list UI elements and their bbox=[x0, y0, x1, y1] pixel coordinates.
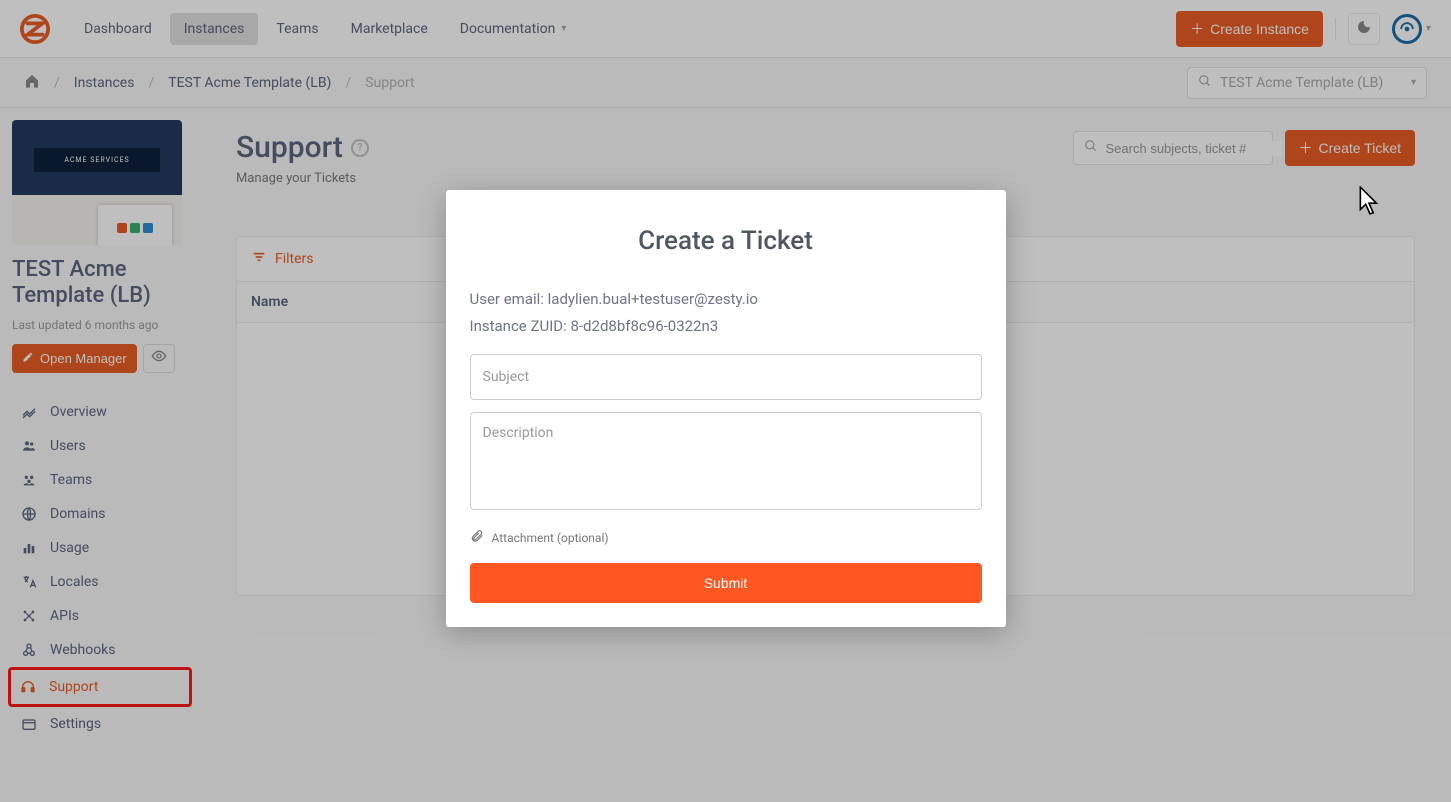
create-ticket-modal: Create a Ticket User email: ladylien.bua… bbox=[446, 190, 1006, 627]
user-email-label: User email: bbox=[470, 290, 548, 308]
paperclip-icon bbox=[470, 528, 484, 547]
subject-input[interactable] bbox=[470, 354, 982, 400]
modal-info: User email: ladylien.bual+testuser@zesty… bbox=[470, 286, 982, 340]
user-email-value: ladylien.bual+testuser@zesty.io bbox=[548, 290, 758, 308]
submit-button[interactable]: Submit bbox=[470, 563, 982, 603]
attachment-button[interactable]: Attachment (optional) bbox=[470, 528, 982, 547]
zuid-value: 8-d2d8bf8c96-0322n3 bbox=[570, 317, 718, 335]
attachment-label: Attachment (optional) bbox=[492, 531, 609, 545]
modal-title: Create a Ticket bbox=[470, 226, 982, 256]
description-input[interactable] bbox=[470, 412, 982, 510]
zuid-label: Instance ZUID: bbox=[470, 317, 571, 335]
